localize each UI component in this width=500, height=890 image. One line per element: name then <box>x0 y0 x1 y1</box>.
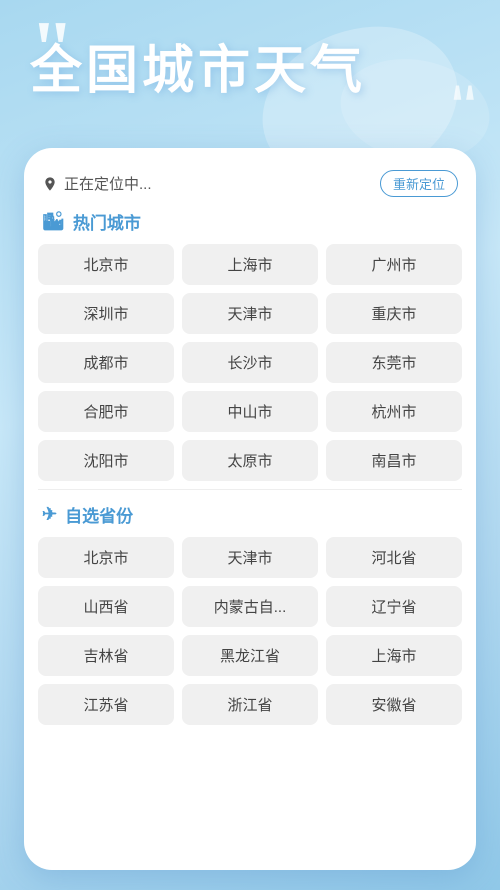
location-text: 正在定位中... <box>64 173 152 194</box>
city-item[interactable]: 深圳市 <box>38 293 174 334</box>
province-item[interactable]: 河北省 <box>326 537 462 578</box>
city-item[interactable]: 天津市 <box>182 293 318 334</box>
main-card: 正在定位中... 重新定位 🏙 热门城市 北京市上海市广州市深圳市天津市重庆市成… <box>24 148 476 870</box>
province-item[interactable]: 江苏省 <box>38 684 174 725</box>
hot-cities-section: 🏙 热门城市 北京市上海市广州市深圳市天津市重庆市成都市长沙市东莞市合肥市中山市… <box>24 209 476 481</box>
hot-cities-grid: 北京市上海市广州市深圳市天津市重庆市成都市长沙市东莞市合肥市中山市杭州市沈阳市太… <box>38 244 462 481</box>
province-item[interactable]: 安徽省 <box>326 684 462 725</box>
province-item[interactable]: 北京市 <box>38 537 174 578</box>
city-item[interactable]: 南昌市 <box>326 440 462 481</box>
page-title: 全国城市天气 <box>30 28 470 103</box>
province-grid: 北京市天津市河北省山西省内蒙古自...辽宁省吉林省黑龙江省上海市江苏省浙江省安徽… <box>38 537 462 725</box>
province-item[interactable]: 辽宁省 <box>326 586 462 627</box>
section-divider <box>38 489 462 490</box>
location-status: 正在定位中... <box>42 173 152 194</box>
hot-cities-header: 🏙 热门城市 <box>38 209 462 234</box>
province-icon: ✈ <box>42 504 57 525</box>
province-header: ✈ 自选省份 <box>38 502 462 527</box>
city-item[interactable]: 中山市 <box>182 391 318 432</box>
hot-cities-label: 热门城市 <box>73 209 141 234</box>
city-item[interactable]: 东莞市 <box>326 342 462 383</box>
city-item[interactable]: 重庆市 <box>326 293 462 334</box>
city-item[interactable]: 广州市 <box>326 244 462 285</box>
province-item[interactable]: 浙江省 <box>182 684 318 725</box>
province-label: 自选省份 <box>65 502 133 527</box>
city-item[interactable]: 杭州市 <box>326 391 462 432</box>
province-item[interactable]: 吉林省 <box>38 635 174 676</box>
city-item[interactable]: 成都市 <box>38 342 174 383</box>
city-item[interactable]: 上海市 <box>182 244 318 285</box>
province-section: ✈ 自选省份 北京市天津市河北省山西省内蒙古自...辽宁省吉林省黑龙江省上海市江… <box>24 502 476 725</box>
relocate-button[interactable]: 重新定位 <box>380 170 458 197</box>
province-item[interactable]: 天津市 <box>182 537 318 578</box>
location-icon <box>42 176 58 192</box>
province-item[interactable]: 上海市 <box>326 635 462 676</box>
province-item[interactable]: 山西省 <box>38 586 174 627</box>
location-bar: 正在定位中... 重新定位 <box>24 164 476 209</box>
province-item[interactable]: 黑龙江省 <box>182 635 318 676</box>
city-item[interactable]: 长沙市 <box>182 342 318 383</box>
city-item[interactable]: 北京市 <box>38 244 174 285</box>
city-item[interactable]: 合肥市 <box>38 391 174 432</box>
city-item[interactable]: 太原市 <box>182 440 318 481</box>
province-item[interactable]: 内蒙古自... <box>182 586 318 627</box>
hot-cities-icon: 🏙 <box>42 211 65 232</box>
city-item[interactable]: 沈阳市 <box>38 440 174 481</box>
